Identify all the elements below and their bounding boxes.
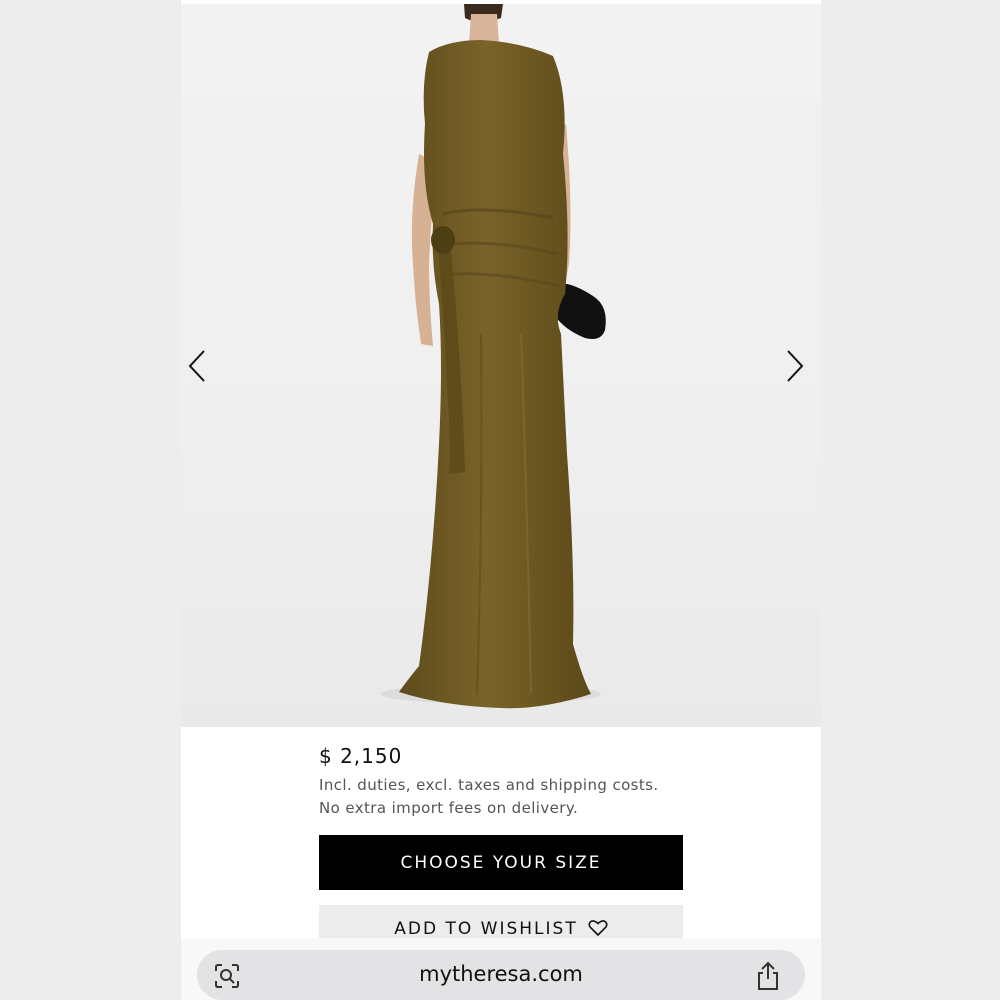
share-icon[interactable] bbox=[753, 961, 783, 991]
right-background bbox=[821, 0, 1000, 1000]
import-fees-note: No extra import fees on delivery. bbox=[319, 799, 579, 817]
product-price: $ 2,150 bbox=[319, 744, 403, 768]
chevron-right-icon bbox=[787, 350, 804, 382]
heart-icon bbox=[588, 919, 608, 937]
left-background bbox=[0, 0, 181, 1000]
product-info: $ 2,150 Incl. duties, excl. taxes and sh… bbox=[319, 744, 699, 820]
duties-note: Incl. duties, excl. taxes and shipping c… bbox=[319, 776, 659, 794]
phone-screen: $ 2,150 Incl. duties, excl. taxes and sh… bbox=[181, 0, 821, 1000]
wishlist-label: ADD TO WISHLIST bbox=[394, 919, 578, 939]
gallery-prev-button[interactable] bbox=[187, 349, 217, 389]
browser-toolbar: mytheresa.com bbox=[181, 938, 821, 1000]
choose-size-button[interactable]: CHOOSE YOUR SIZE bbox=[319, 835, 683, 890]
url-text: mytheresa.com bbox=[419, 962, 583, 986]
address-bar[interactable]: mytheresa.com bbox=[197, 950, 805, 1000]
chevron-left-icon bbox=[188, 350, 205, 382]
product-image[interactable] bbox=[181, 4, 821, 727]
dress-illustration bbox=[381, 4, 606, 709]
gallery-next-button[interactable] bbox=[785, 349, 815, 389]
